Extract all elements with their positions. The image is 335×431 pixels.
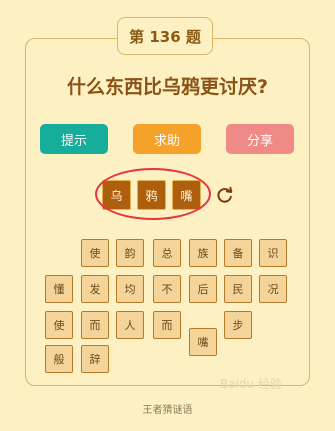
char-tile[interactable]: 嘴 [189,328,217,356]
refresh-icon[interactable] [216,186,234,204]
char-tile[interactable]: 民 [224,275,252,303]
char-tile[interactable]: 况 [259,275,287,303]
char-tile[interactable]: 发 [81,275,109,303]
help-button[interactable]: 求助 [133,124,201,154]
char-tile[interactable]: 懂 [45,275,73,303]
char-tile[interactable]: 般 [45,345,73,373]
char-tile[interactable]: 备 [224,239,252,267]
char-tile[interactable]: 均 [116,275,144,303]
char-tile[interactable]: 辞 [81,345,109,373]
share-button[interactable]: 分享 [226,124,294,154]
watermark: Baidu 经验 [220,377,282,391]
char-tile[interactable]: 使 [45,311,73,339]
char-tile[interactable]: 而 [81,311,109,339]
char-tile[interactable]: 总 [153,239,181,267]
char-tile[interactable]: 人 [116,311,144,339]
level-title: 第 136 题 [117,17,213,55]
highlight-circle [95,168,211,220]
char-tile[interactable]: 使 [81,239,109,267]
char-tile[interactable]: 后 [189,275,217,303]
char-tile[interactable]: 而 [153,311,181,339]
char-tile[interactable]: 识 [259,239,287,267]
footer-text: 王者猜谜语 [142,405,193,416]
char-tile[interactable]: 不 [153,275,181,303]
hint-button[interactable]: 提示 [40,124,108,154]
char-tile[interactable]: 韵 [116,239,144,267]
question-text: 什么东西比乌鸦更讨厌? [66,76,269,98]
char-tile[interactable]: 步 [224,311,252,339]
char-tile[interactable]: 族 [189,239,217,267]
